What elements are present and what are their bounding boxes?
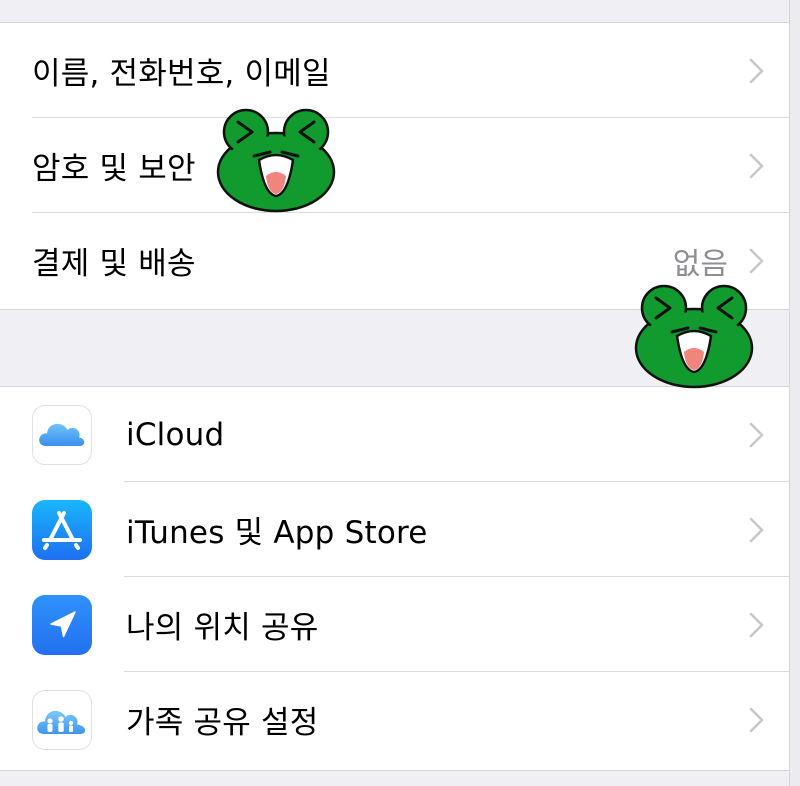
family-sharing-row[interactable]: 가족 공유 설정 [0,672,790,767]
account-settings-group: 이름, 전화번호, 이메일 암호 및 보안 결제 및 배송 없음 [0,22,790,310]
row-label: 가족 공유 설정 [126,705,319,741]
chevron-right-icon [746,421,768,449]
row-label: 이름, 전화번호, 이메일 [32,56,331,92]
services-group: iCloud iTunes 및 App Store 나의 위치 공유 가족 공유… [0,386,790,771]
app-store-icon [32,499,92,560]
itunes-app-store-row[interactable]: iTunes 및 App Store [0,482,790,577]
share-my-location-row[interactable]: 나의 위치 공유 [0,577,790,672]
chevron-right-icon [746,57,768,85]
icloud-icon [32,404,92,465]
icloud-row[interactable]: iCloud [0,387,790,482]
chevron-right-icon [746,516,768,544]
chevron-right-icon [746,152,768,180]
chevron-right-icon [746,706,768,734]
scroll-edge [789,0,800,786]
payment-shipping-row[interactable]: 결제 및 배송 없음 [0,213,790,308]
row-label: iCloud [126,416,225,453]
row-label: 결제 및 배송 [32,246,196,282]
payment-value: 없음 [672,246,728,282]
location-arrow-icon [32,594,92,655]
family-sharing-icon [32,689,92,750]
name-phone-email-row[interactable]: 이름, 전화번호, 이메일 [0,23,790,118]
chevron-right-icon [746,611,768,639]
password-security-row[interactable]: 암호 및 보안 [0,118,790,213]
chevron-right-icon [746,247,768,275]
row-label: 암호 및 보안 [32,151,196,187]
row-label: 나의 위치 공유 [126,610,319,646]
row-label: iTunes 및 App Store [126,515,428,551]
